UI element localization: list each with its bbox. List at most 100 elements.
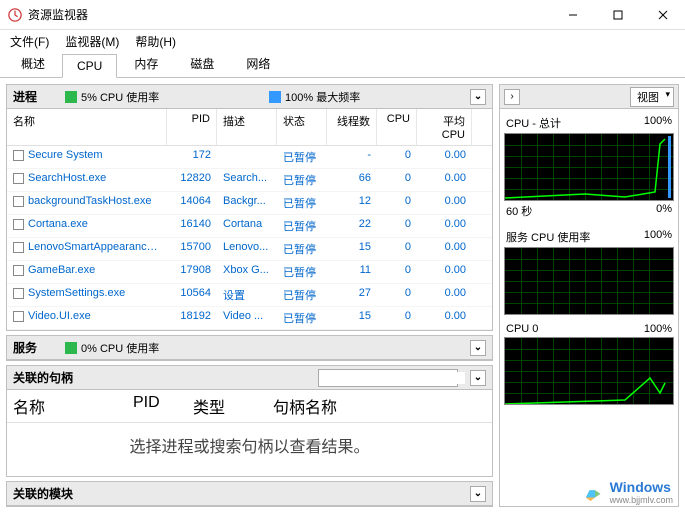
processes-section: 进程 5% CPU 使用率 100% 最大频率 ⌄ 名称 PID 描述 <box>6 84 493 331</box>
table-row[interactable]: Video.UI.exe18192Video ...已暂停1500.00 <box>7 307 492 330</box>
table-row[interactable]: backgroundTaskHost.exe14064Backgr...已暂停1… <box>7 192 492 215</box>
cell-avgcpu: 0.00 <box>417 238 472 260</box>
cell-avgcpu: 0.00 <box>417 192 472 214</box>
cell-avgcpu: 0.00 <box>417 284 472 306</box>
cell-cpu: 0 <box>377 307 417 329</box>
processes-header[interactable]: 进程 5% CPU 使用率 100% 最大频率 ⌄ <box>7 85 492 109</box>
menu-file[interactable]: 文件(F) <box>4 31 55 52</box>
row-checkbox[interactable] <box>13 242 24 253</box>
cell-cpu: 0 <box>377 284 417 306</box>
cell-status: 已暂停 <box>277 238 327 260</box>
table-row[interactable]: Cortana.exe16140Cortana已暂停2200.00 <box>7 215 492 238</box>
hcol-pid[interactable]: PID <box>127 390 187 422</box>
row-checkbox[interactable] <box>13 150 24 161</box>
col-status[interactable]: 状态 <box>277 109 327 145</box>
graph-title: 服务 CPU 使用率 <box>506 229 590 245</box>
col-name[interactable]: 名称 <box>7 109 167 145</box>
cell-name: SystemSettings.exe <box>7 284 167 306</box>
graph-title: CPU - 总计 <box>506 115 561 131</box>
collapse-icon[interactable]: ⌄ <box>470 89 486 105</box>
cell-name: SearchHost.exe <box>7 169 167 191</box>
cell-pid: 10564 <box>167 284 217 306</box>
handles-title: 关联的句柄 <box>13 369 73 386</box>
expand-icon[interactable]: ⌄ <box>470 486 486 502</box>
window-title: 资源监视器 <box>28 6 550 23</box>
menu-monitor[interactable]: 监视器(M) <box>59 31 125 52</box>
processes-thead: 名称 PID 描述 状态 线程数 CPU 平均 CPU <box>7 109 492 146</box>
hcol-name[interactable]: 名称 <box>7 390 127 422</box>
cell-avgcpu: 0.00 <box>417 307 472 329</box>
modules-header[interactable]: 关联的模块 ⌄ <box>7 482 492 506</box>
col-threads[interactable]: 线程数 <box>327 109 377 145</box>
tab-disk[interactable]: 磁盘 <box>175 50 229 77</box>
table-row[interactable]: Secure System172已暂停-00.00 <box>7 146 492 169</box>
watermark-url: www.bjjmlv.com <box>610 495 673 505</box>
modules-title: 关联的模块 <box>13 485 73 502</box>
graph-title: CPU 0 <box>506 323 538 335</box>
cell-desc: Cortana <box>217 215 277 237</box>
services-legend: 0% CPU 使用率 <box>65 340 159 356</box>
cpu-usage-color <box>65 91 77 103</box>
cell-threads: 15 <box>327 238 377 260</box>
handles-header[interactable]: 关联的句柄 ⌄ <box>7 366 492 390</box>
cell-name: Secure System <box>7 146 167 168</box>
expand-icon[interactable]: ⌄ <box>470 340 486 356</box>
view-dropdown[interactable]: 视图 <box>630 87 674 107</box>
services-title: 服务 <box>13 339 53 356</box>
tab-cpu[interactable]: CPU <box>62 54 117 78</box>
cell-status: 已暂停 <box>277 169 327 191</box>
row-checkbox[interactable] <box>13 311 24 322</box>
row-checkbox[interactable] <box>13 196 24 207</box>
right-pane: › 视图 CPU - 总计100%60 秒0%服务 CPU 使用率100%CPU… <box>499 84 679 507</box>
graph-block: 服务 CPU 使用率100% <box>504 227 674 315</box>
cell-avgcpu: 0.00 <box>417 146 472 168</box>
col-desc[interactable]: 描述 <box>217 109 277 145</box>
services-header[interactable]: 服务 0% CPU 使用率 ⌄ <box>7 336 492 360</box>
cell-desc: Lenovo... <box>217 238 277 260</box>
search-input[interactable] <box>323 372 465 384</box>
cell-threads: 27 <box>327 284 377 306</box>
maximize-button[interactable] <box>595 0 640 30</box>
watermark: Windows www.bjjmlv.com <box>584 479 673 505</box>
cell-avgcpu: 0.00 <box>417 169 472 191</box>
minimize-button[interactable] <box>550 0 595 30</box>
cell-desc: Xbox G... <box>217 261 277 283</box>
processes-title: 进程 <box>13 88 53 105</box>
hcol-type[interactable]: 类型 <box>187 390 267 422</box>
tab-bar: 概述 CPU 内存 磁盘 网络 <box>0 52 685 78</box>
tab-memory[interactable]: 内存 <box>119 50 173 77</box>
tab-overview[interactable]: 概述 <box>6 50 60 77</box>
col-avgcpu[interactable]: 平均 CPU <box>417 109 472 145</box>
col-cpu[interactable]: CPU <box>377 109 417 145</box>
graph-title-row: CPU - 总计100% <box>504 113 674 133</box>
content-area: 进程 5% CPU 使用率 100% 最大频率 ⌄ 名称 PID 描述 <box>0 78 685 513</box>
max-freq-legend: 100% 最大频率 <box>269 89 360 105</box>
windows-logo-icon <box>584 481 606 503</box>
collapse-right-icon[interactable]: › <box>504 89 520 105</box>
table-row[interactable]: SystemSettings.exe10564设置已暂停2700.00 <box>7 284 492 307</box>
handles-search[interactable] <box>318 369 458 387</box>
hcol-hname[interactable]: 句柄名称 <box>267 390 492 422</box>
cell-threads: 15 <box>327 307 377 329</box>
col-pid[interactable]: PID <box>167 109 217 145</box>
cell-status: 已暂停 <box>277 146 327 168</box>
table-row[interactable]: LenovoSmartAppearance.exe15700Lenovo...已… <box>7 238 492 261</box>
graph-pct: 100% <box>644 323 672 335</box>
row-checkbox[interactable] <box>13 219 24 230</box>
menu-help[interactable]: 帮助(H) <box>129 31 182 52</box>
row-checkbox[interactable] <box>13 288 24 299</box>
table-row[interactable]: SearchHost.exe12820Search...已暂停6600.00 <box>7 169 492 192</box>
table-row[interactable]: GameBar.exe17908Xbox G...已暂停1100.00 <box>7 261 492 284</box>
close-button[interactable] <box>640 0 685 30</box>
cell-desc <box>217 146 277 168</box>
collapse-icon[interactable]: ⌄ <box>470 370 486 386</box>
row-checkbox[interactable] <box>13 173 24 184</box>
services-section: 服务 0% CPU 使用率 ⌄ <box>6 335 493 361</box>
row-checkbox[interactable] <box>13 265 24 276</box>
watermark-brand: Windows <box>610 479 673 495</box>
tab-network[interactable]: 网络 <box>231 50 285 77</box>
cell-desc: Backgr... <box>217 192 277 214</box>
cell-pid: 15700 <box>167 238 217 260</box>
cell-cpu: 0 <box>377 261 417 283</box>
cell-avgcpu: 0.00 <box>417 261 472 283</box>
